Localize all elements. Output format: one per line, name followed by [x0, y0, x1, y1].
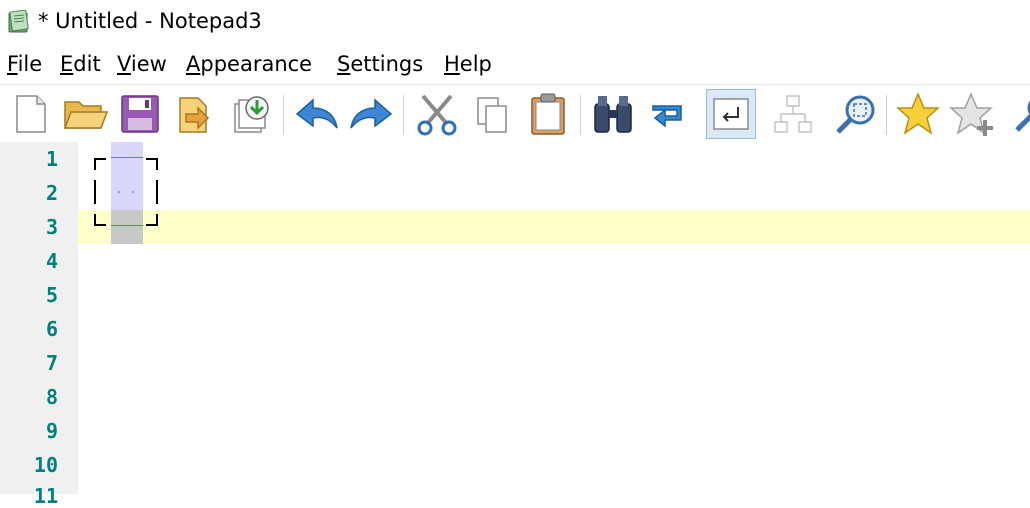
menu-view[interactable]: View — [117, 52, 167, 76]
menu-file-rest: ile — [17, 52, 43, 76]
save-disk-icon — [121, 95, 159, 133]
menu-appearance-rest: ppearance — [200, 52, 313, 76]
menu-settings[interactable]: Settings — [337, 52, 423, 76]
menu-help[interactable]: Help — [444, 52, 492, 76]
window-title: * Untitled - Notepad3 — [38, 9, 262, 33]
line-number: 1 — [45, 147, 58, 171]
star-icon — [896, 92, 940, 135]
menu-help-rest: elp — [459, 52, 492, 76]
line-number: 7 — [45, 351, 58, 375]
copy-icon — [477, 97, 507, 133]
toolbar-separator — [283, 95, 284, 135]
menu-appearance[interactable]: Appearance — [186, 52, 312, 76]
add-favorite-button[interactable] — [948, 89, 998, 139]
search-partial-icon — [1015, 100, 1030, 132]
tree-icon — [774, 95, 812, 133]
editor[interactable]: 1 2 3 4 5 6 7 8 9 10 11 — [0, 142, 1030, 508]
line-number: 6 — [45, 317, 58, 341]
new-file-button[interactable] — [6, 89, 56, 139]
redo-button[interactable] — [346, 89, 396, 139]
menu-file-accel: F — [7, 52, 18, 76]
zoom-button[interactable] — [831, 89, 881, 139]
reload-button[interactable] — [226, 89, 276, 139]
new-file-icon — [16, 95, 46, 133]
replace-icon — [652, 105, 682, 128]
star-add-icon — [949, 92, 993, 136]
menu-file[interactable]: File — [7, 52, 42, 76]
line-number-gutter: 1 2 3 4 5 6 7 8 9 10 11 — [0, 142, 78, 508]
menu-settings-accel: S — [337, 52, 351, 76]
word-wrap-icon — [713, 98, 749, 130]
cut-button[interactable] — [412, 89, 462, 139]
notepad-app-icon — [8, 10, 29, 33]
save-as-button[interactable] — [171, 89, 221, 139]
favorites-button[interactable] — [893, 89, 943, 139]
undo-arrow-icon — [295, 98, 338, 129]
menu-view-accel: V — [117, 52, 131, 76]
replace-button[interactable] — [644, 89, 694, 139]
rectangular-selection-box — [94, 158, 158, 226]
toolbar — [0, 84, 1030, 143]
more-button[interactable] — [1008, 89, 1030, 139]
find-button[interactable] — [588, 89, 638, 139]
menu-edit-rest: dit — [73, 52, 101, 76]
word-wrap-button[interactable] — [706, 89, 756, 139]
line-number: 9 — [45, 419, 58, 443]
redo-arrow-icon — [350, 98, 393, 129]
menu-help-accel: H — [444, 52, 460, 76]
fold-button[interactable] — [768, 89, 818, 139]
menu-view-rest: iew — [130, 52, 167, 76]
magnifier-icon — [836, 95, 875, 134]
menu-edit[interactable]: Edit — [60, 52, 101, 76]
copy-button[interactable] — [467, 89, 517, 139]
title-bar: * Untitled - Notepad3 — [0, 0, 1030, 44]
line-number: 2 — [45, 181, 58, 205]
menu-bar: File Edit View Appearance Settings Help — [0, 44, 1030, 84]
toolbar-separator — [580, 95, 581, 135]
menu-edit-accel: E — [60, 52, 74, 76]
line-number: 5 — [45, 283, 58, 307]
binoculars-icon — [594, 96, 632, 133]
save-button[interactable] — [115, 89, 165, 139]
line-number: 3 — [45, 215, 58, 239]
toolbar-separator — [886, 95, 887, 135]
reload-icon — [234, 96, 269, 133]
save-as-icon — [179, 97, 210, 133]
scissors-icon — [417, 94, 457, 136]
line-number: 8 — [45, 385, 58, 409]
menu-appearance-accel: A — [186, 52, 201, 76]
current-line-highlight — [78, 210, 1030, 244]
undo-button[interactable] — [292, 89, 342, 139]
line-number: 11 — [33, 484, 58, 508]
clipboard-icon — [531, 93, 565, 135]
open-file-button[interactable] — [60, 89, 110, 139]
line-number: 4 — [45, 249, 58, 273]
line-number: 10 — [33, 453, 58, 477]
toolbar-separator — [403, 95, 404, 135]
paste-button[interactable] — [523, 89, 573, 139]
open-folder-icon — [63, 101, 109, 129]
menu-settings-rest: ettings — [350, 52, 424, 76]
